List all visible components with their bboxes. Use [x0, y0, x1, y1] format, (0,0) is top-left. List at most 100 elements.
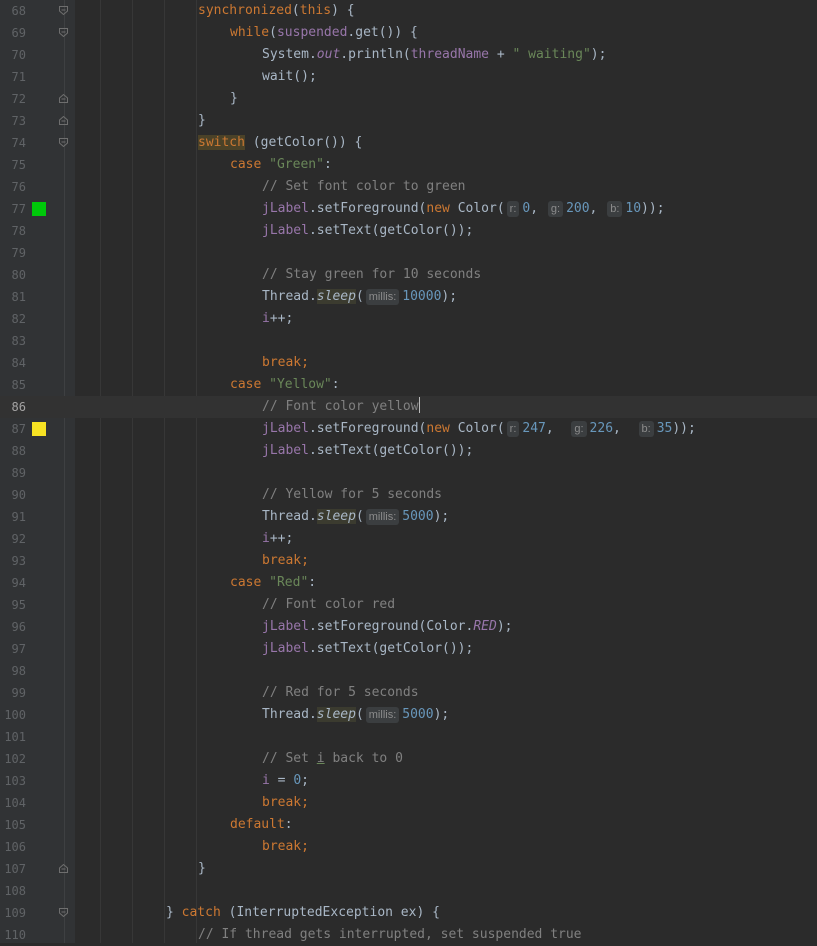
code-line[interactable]: 90 // Yellow for 5 seconds	[0, 484, 817, 506]
code-line[interactable]: 76 // Set font color to green	[0, 176, 817, 198]
code-token: ++;	[269, 531, 294, 546]
code-line[interactable]: 83	[0, 330, 817, 352]
code-line[interactable]: 79	[0, 242, 817, 264]
code-text: jLabel.setText(getColor());	[262, 220, 473, 242]
code-line[interactable]: 74 switch (getColor()) {	[0, 132, 817, 154]
code-line[interactable]: 86 // Font color yellow	[0, 396, 817, 418]
code-token: :	[331, 377, 340, 392]
code-editor[interactable]: 68 synchronized(this) {69 while(suspended.…	[0, 0, 817, 943]
code-token: default	[230, 817, 285, 832]
color-preview-swatch[interactable]	[32, 422, 46, 436]
code-line[interactable]: 106 break;	[0, 836, 817, 858]
fold-collapse-icon[interactable]	[59, 908, 68, 917]
code-line[interactable]: 69 while(suspended.get()) {	[0, 22, 817, 44]
code-line[interactable]: 78 jLabel.setText(getColor());	[0, 220, 817, 242]
line-number: 74	[11, 136, 26, 150]
code-line[interactable]: 104 break;	[0, 792, 817, 814]
fold-collapse-icon[interactable]	[59, 6, 68, 15]
line-number: 100	[4, 708, 26, 722]
fold-collapse-icon[interactable]	[59, 28, 68, 37]
code-token: 5000	[402, 707, 434, 722]
code-line[interactable]: 89	[0, 462, 817, 484]
code-line[interactable]: 81 Thread.sleep(millis: 10000);	[0, 286, 817, 308]
line-number: 91	[11, 510, 26, 524]
code-token: ,	[613, 421, 637, 436]
code-token: ));	[641, 201, 665, 216]
code-token: Thread.	[262, 509, 317, 524]
fold-end-icon[interactable]	[59, 94, 68, 103]
code-text: } catch (InterruptedException ex) {	[166, 902, 440, 924]
code-line[interactable]: 101	[0, 726, 817, 748]
code-token: // Stay green for 10 seconds	[262, 267, 482, 282]
code-line[interactable]: 107}	[0, 858, 817, 880]
code-line[interactable]: 70 System.out.println(threadName + " wait…	[0, 44, 817, 66]
code-line[interactable]: 71 wait();	[0, 66, 817, 88]
code-token: ,	[530, 201, 546, 216]
code-line[interactable]: 94 case "Red":	[0, 572, 817, 594]
code-token: .setText(getColor());	[308, 641, 474, 656]
code-token: catch	[181, 905, 221, 920]
line-number: 89	[11, 466, 26, 480]
code-text: jLabel.setText(getColor());	[262, 638, 473, 660]
parameter-hint: r:	[506, 201, 520, 217]
code-line[interactable]: 109} catch (InterruptedException ex) {	[0, 902, 817, 924]
code-token: 0	[293, 773, 302, 788]
code-line[interactable]: 84 break;	[0, 352, 817, 374]
line-number: 97	[11, 642, 26, 656]
color-preview-swatch[interactable]	[32, 202, 46, 216]
code-token: jLabel	[262, 443, 309, 458]
line-number: 72	[11, 92, 26, 106]
code-token: }	[198, 861, 206, 876]
code-line[interactable]: 85 case "Yellow":	[0, 374, 817, 396]
code-line[interactable]: 92 i++;	[0, 528, 817, 550]
code-line[interactable]: 88 jLabel.setText(getColor());	[0, 440, 817, 462]
code-line[interactable]: 87 jLabel.setForeground(new Color(r: 247, …	[0, 418, 817, 440]
code-line[interactable]: 100 Thread.sleep(millis: 5000);	[0, 704, 817, 726]
code-token: .setForeground(	[308, 201, 427, 216]
code-line[interactable]: 103 i = 0;	[0, 770, 817, 792]
code-line[interactable]: 98	[0, 660, 817, 682]
code-line[interactable]: 75 case "Green":	[0, 154, 817, 176]
code-line[interactable]: 68 synchronized(this) {	[0, 0, 817, 22]
code-token: break;	[262, 839, 309, 854]
code-token: "Red"	[269, 575, 309, 590]
code-text: // Font color yellow	[262, 396, 420, 418]
code-token: i	[316, 751, 325, 766]
code-line[interactable]: 73}	[0, 110, 817, 132]
code-line[interactable]: 97 jLabel.setText(getColor());	[0, 638, 817, 660]
code-line[interactable]: 82 i++;	[0, 308, 817, 330]
code-token: out	[316, 47, 341, 62]
fold-collapse-icon[interactable]	[59, 138, 68, 147]
code-line[interactable]: 91 Thread.sleep(millis: 5000);	[0, 506, 817, 528]
line-number: 80	[11, 268, 26, 282]
code-line[interactable]: 80 // Stay green for 10 seconds	[0, 264, 817, 286]
code-token: i	[262, 531, 270, 546]
code-line[interactable]: 95 // Font color red	[0, 594, 817, 616]
parameter-hint: millis:	[365, 707, 400, 723]
code-text: // Set i back to 0	[262, 748, 403, 770]
code-line[interactable]: 93 break;	[0, 550, 817, 572]
fold-end-icon[interactable]	[59, 864, 68, 873]
fold-end-icon[interactable]	[59, 116, 68, 125]
line-number: 86	[11, 400, 26, 414]
parameter-hint: r:	[506, 421, 520, 437]
code-line[interactable]: 99 // Red for 5 seconds	[0, 682, 817, 704]
code-token: }	[166, 905, 182, 920]
code-line[interactable]: 96 jLabel.setForeground(Color.RED);	[0, 616, 817, 638]
code-line[interactable]: 102 // Set i back to 0	[0, 748, 817, 770]
code-text: jLabel.setForeground(Color.RED);	[262, 616, 512, 638]
code-token: break;	[262, 355, 309, 370]
code-token: ++;	[269, 311, 294, 326]
code-line[interactable]: 105 default:	[0, 814, 817, 836]
code-text: // Red for 5 seconds	[262, 682, 419, 704]
code-token: 10	[625, 201, 642, 216]
code-token: " waiting"	[512, 47, 591, 62]
code-line[interactable]: 77 jLabel.setForeground(new Color(r: 0, g:…	[0, 198, 817, 220]
code-token: // Red for 5 seconds	[262, 685, 419, 700]
line-number: 78	[11, 224, 26, 238]
code-token: :	[284, 817, 293, 832]
code-text: jLabel.setForeground(new Color(r: 247, g:…	[262, 418, 696, 440]
code-line[interactable]: 72}	[0, 88, 817, 110]
code-text: default:	[230, 814, 293, 836]
code-line[interactable]: 108	[0, 880, 817, 902]
